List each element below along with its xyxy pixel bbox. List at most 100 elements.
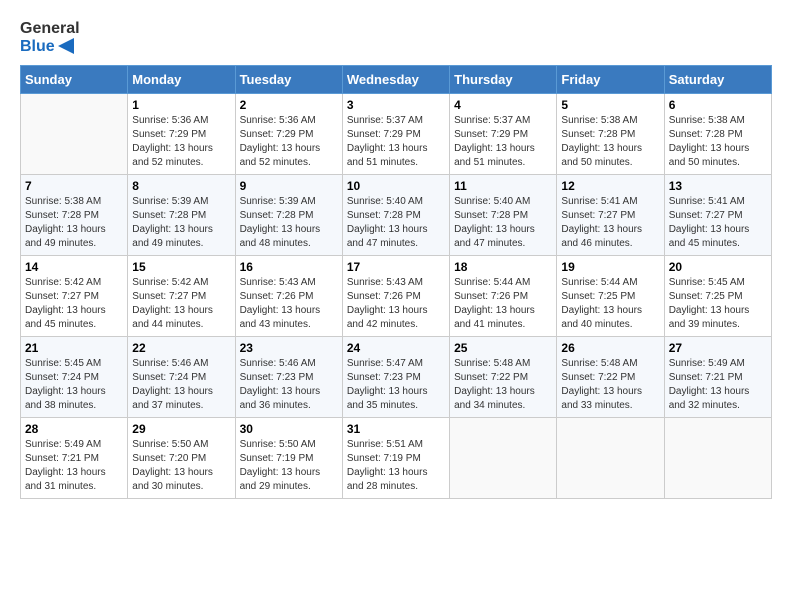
day-content: Sunrise: 5:36 AM Sunset: 7:29 PM Dayligh…: [132, 114, 230, 170]
calendar-cell: 24 Sunrise: 5:47 AM Sunset: 7:23 PM Dayli…: [342, 337, 449, 418]
day-number: 1: [132, 98, 230, 112]
day-number: 12: [561, 179, 659, 193]
day-content: Sunrise: 5:41 AM Sunset: 7:27 PM Dayligh…: [669, 195, 767, 251]
day-number: 19: [561, 260, 659, 274]
day-content: Sunrise: 5:38 AM Sunset: 7:28 PM Dayligh…: [561, 114, 659, 170]
calendar-cell: 3Sunrise: 5:37 AM Sunset: 7:29 PM Daylig…: [342, 94, 449, 175]
day-content: Sunrise: 5:50 AM Sunset: 7:19 PM Dayligh…: [240, 438, 338, 494]
day-number: 24: [347, 341, 445, 355]
day-content: Sunrise: 5:46 AM Sunset: 7:24 PM Dayligh…: [132, 357, 230, 413]
day-number: 30: [240, 422, 338, 436]
day-content: Sunrise: 5:48 AM Sunset: 7:22 PM Dayligh…: [561, 357, 659, 413]
day-content: Sunrise: 5:40 AM Sunset: 7:28 PM Dayligh…: [347, 195, 445, 251]
day-header-tuesday: Tuesday: [235, 66, 342, 94]
day-number: 11: [454, 179, 552, 193]
day-number: 16: [240, 260, 338, 274]
day-number: 18: [454, 260, 552, 274]
day-content: Sunrise: 5:45 AM Sunset: 7:25 PM Dayligh…: [669, 276, 767, 332]
day-number: 21: [25, 341, 123, 355]
calendar-cell: 26 Sunrise: 5:48 AM Sunset: 7:22 PM Dayli…: [557, 337, 664, 418]
day-number: 4: [454, 98, 552, 112]
day-content: Sunrise: 5:39 AM Sunset: 7:28 PM Dayligh…: [240, 195, 338, 251]
calendar-cell: 29Sunrise: 5:50 AM Sunset: 7:20 PM Dayli…: [128, 418, 235, 499]
calendar-cell: 9 Sunrise: 5:39 AM Sunset: 7:28 PM Daylig…: [235, 175, 342, 256]
day-content: Sunrise: 5:42 AM Sunset: 7:27 PM Dayligh…: [132, 276, 230, 332]
day-number: 3: [347, 98, 445, 112]
calendar-cell: 6 Sunrise: 5:38 AM Sunset: 7:28 PM Daylig…: [664, 94, 771, 175]
day-number: 5: [561, 98, 659, 112]
logo-text: GeneralBlue: [20, 20, 80, 55]
calendar-cell: 4 Sunrise: 5:37 AM Sunset: 7:29 PM Daylig…: [450, 94, 557, 175]
calendar-cell: 22Sunrise: 5:46 AM Sunset: 7:24 PM Dayli…: [128, 337, 235, 418]
calendar-header: SundayMondayTuesdayWednesdayThursdayFrid…: [21, 66, 772, 94]
day-content: Sunrise: 5:51 AM Sunset: 7:19 PM Dayligh…: [347, 438, 445, 494]
calendar-cell: 27Sunrise: 5:49 AM Sunset: 7:21 PM Dayli…: [664, 337, 771, 418]
calendar-cell: [557, 418, 664, 499]
calendar-week-2: 7Sunrise: 5:38 AM Sunset: 7:28 PM Daylig…: [21, 175, 772, 256]
calendar-cell: 2 Sunrise: 5:36 AM Sunset: 7:29 PM Daylig…: [235, 94, 342, 175]
day-number: 31: [347, 422, 445, 436]
day-header-wednesday: Wednesday: [342, 66, 449, 94]
day-content: Sunrise: 5:42 AM Sunset: 7:27 PM Dayligh…: [25, 276, 123, 332]
calendar-cell: 31 Sunrise: 5:51 AM Sunset: 7:19 PM Dayli…: [342, 418, 449, 499]
day-number: 26: [561, 341, 659, 355]
calendar-cell: [450, 418, 557, 499]
calendar-cell: 7Sunrise: 5:38 AM Sunset: 7:28 PM Daylig…: [21, 175, 128, 256]
day-number: 6: [669, 98, 767, 112]
calendar-cell: 16 Sunrise: 5:43 AM Sunset: 7:26 PM Dayli…: [235, 256, 342, 337]
day-number: 10: [347, 179, 445, 193]
day-content: Sunrise: 5:41 AM Sunset: 7:27 PM Dayligh…: [561, 195, 659, 251]
calendar-cell: 17 Sunrise: 5:43 AM Sunset: 7:26 PM Dayli…: [342, 256, 449, 337]
day-content: Sunrise: 5:45 AM Sunset: 7:24 PM Dayligh…: [25, 357, 123, 413]
day-number: 14: [25, 260, 123, 274]
day-content: Sunrise: 5:37 AM Sunset: 7:29 PM Dayligh…: [454, 114, 552, 170]
calendar-cell: [21, 94, 128, 175]
calendar-cell: 5 Sunrise: 5:38 AM Sunset: 7:28 PM Daylig…: [557, 94, 664, 175]
calendar-cell: 30 Sunrise: 5:50 AM Sunset: 7:19 PM Dayli…: [235, 418, 342, 499]
calendar-cell: 12 Sunrise: 5:41 AM Sunset: 7:27 PM Dayli…: [557, 175, 664, 256]
day-content: Sunrise: 5:43 AM Sunset: 7:26 PM Dayligh…: [240, 276, 338, 332]
calendar-cell: 11 Sunrise: 5:40 AM Sunset: 7:28 PM Dayli…: [450, 175, 557, 256]
day-header-saturday: Saturday: [664, 66, 771, 94]
day-content: Sunrise: 5:43 AM Sunset: 7:26 PM Dayligh…: [347, 276, 445, 332]
day-header-thursday: Thursday: [450, 66, 557, 94]
day-content: Sunrise: 5:44 AM Sunset: 7:25 PM Dayligh…: [561, 276, 659, 332]
calendar-cell: 10 Sunrise: 5:40 AM Sunset: 7:28 PM Dayli…: [342, 175, 449, 256]
calendar-cell: 25Sunrise: 5:48 AM Sunset: 7:22 PM Dayli…: [450, 337, 557, 418]
day-number: 20: [669, 260, 767, 274]
day-number: 9: [240, 179, 338, 193]
day-content: Sunrise: 5:40 AM Sunset: 7:28 PM Dayligh…: [454, 195, 552, 251]
calendar-cell: [664, 418, 771, 499]
day-header-sunday: Sunday: [21, 66, 128, 94]
logo: GeneralBlue: [20, 20, 80, 55]
page-header: GeneralBlue: [20, 20, 772, 55]
day-content: Sunrise: 5:36 AM Sunset: 7:29 PM Dayligh…: [240, 114, 338, 170]
calendar-cell: 18Sunrise: 5:44 AM Sunset: 7:26 PM Dayli…: [450, 256, 557, 337]
calendar-cell: 1 Sunrise: 5:36 AM Sunset: 7:29 PM Daylig…: [128, 94, 235, 175]
calendar-table: SundayMondayTuesdayWednesdayThursdayFrid…: [20, 65, 772, 499]
day-number: 2: [240, 98, 338, 112]
day-content: Sunrise: 5:50 AM Sunset: 7:20 PM Dayligh…: [132, 438, 230, 494]
calendar-week-5: 28Sunrise: 5:49 AM Sunset: 7:21 PM Dayli…: [21, 418, 772, 499]
calendar-cell: 21 Sunrise: 5:45 AM Sunset: 7:24 PM Dayli…: [21, 337, 128, 418]
calendar-cell: 19 Sunrise: 5:44 AM Sunset: 7:25 PM Dayli…: [557, 256, 664, 337]
day-number: 27: [669, 341, 767, 355]
day-content: Sunrise: 5:38 AM Sunset: 7:28 PM Dayligh…: [669, 114, 767, 170]
calendar-week-4: 21 Sunrise: 5:45 AM Sunset: 7:24 PM Dayli…: [21, 337, 772, 418]
calendar-cell: 15 Sunrise: 5:42 AM Sunset: 7:27 PM Dayli…: [128, 256, 235, 337]
calendar-week-3: 14 Sunrise: 5:42 AM Sunset: 7:27 PM Dayli…: [21, 256, 772, 337]
day-number: 17: [347, 260, 445, 274]
day-content: Sunrise: 5:38 AM Sunset: 7:28 PM Dayligh…: [25, 195, 123, 251]
day-content: Sunrise: 5:39 AM Sunset: 7:28 PM Dayligh…: [132, 195, 230, 251]
day-number: 28: [25, 422, 123, 436]
calendar-cell: 8Sunrise: 5:39 AM Sunset: 7:28 PM Daylig…: [128, 175, 235, 256]
day-content: Sunrise: 5:47 AM Sunset: 7:23 PM Dayligh…: [347, 357, 445, 413]
day-number: 13: [669, 179, 767, 193]
day-header-friday: Friday: [557, 66, 664, 94]
calendar-week-1: 1 Sunrise: 5:36 AM Sunset: 7:29 PM Daylig…: [21, 94, 772, 175]
calendar-cell: 13 Sunrise: 5:41 AM Sunset: 7:27 PM Dayli…: [664, 175, 771, 256]
calendar-cell: 28Sunrise: 5:49 AM Sunset: 7:21 PM Dayli…: [21, 418, 128, 499]
calendar-cell: 14 Sunrise: 5:42 AM Sunset: 7:27 PM Dayli…: [21, 256, 128, 337]
day-number: 15: [132, 260, 230, 274]
day-content: Sunrise: 5:48 AM Sunset: 7:22 PM Dayligh…: [454, 357, 552, 413]
